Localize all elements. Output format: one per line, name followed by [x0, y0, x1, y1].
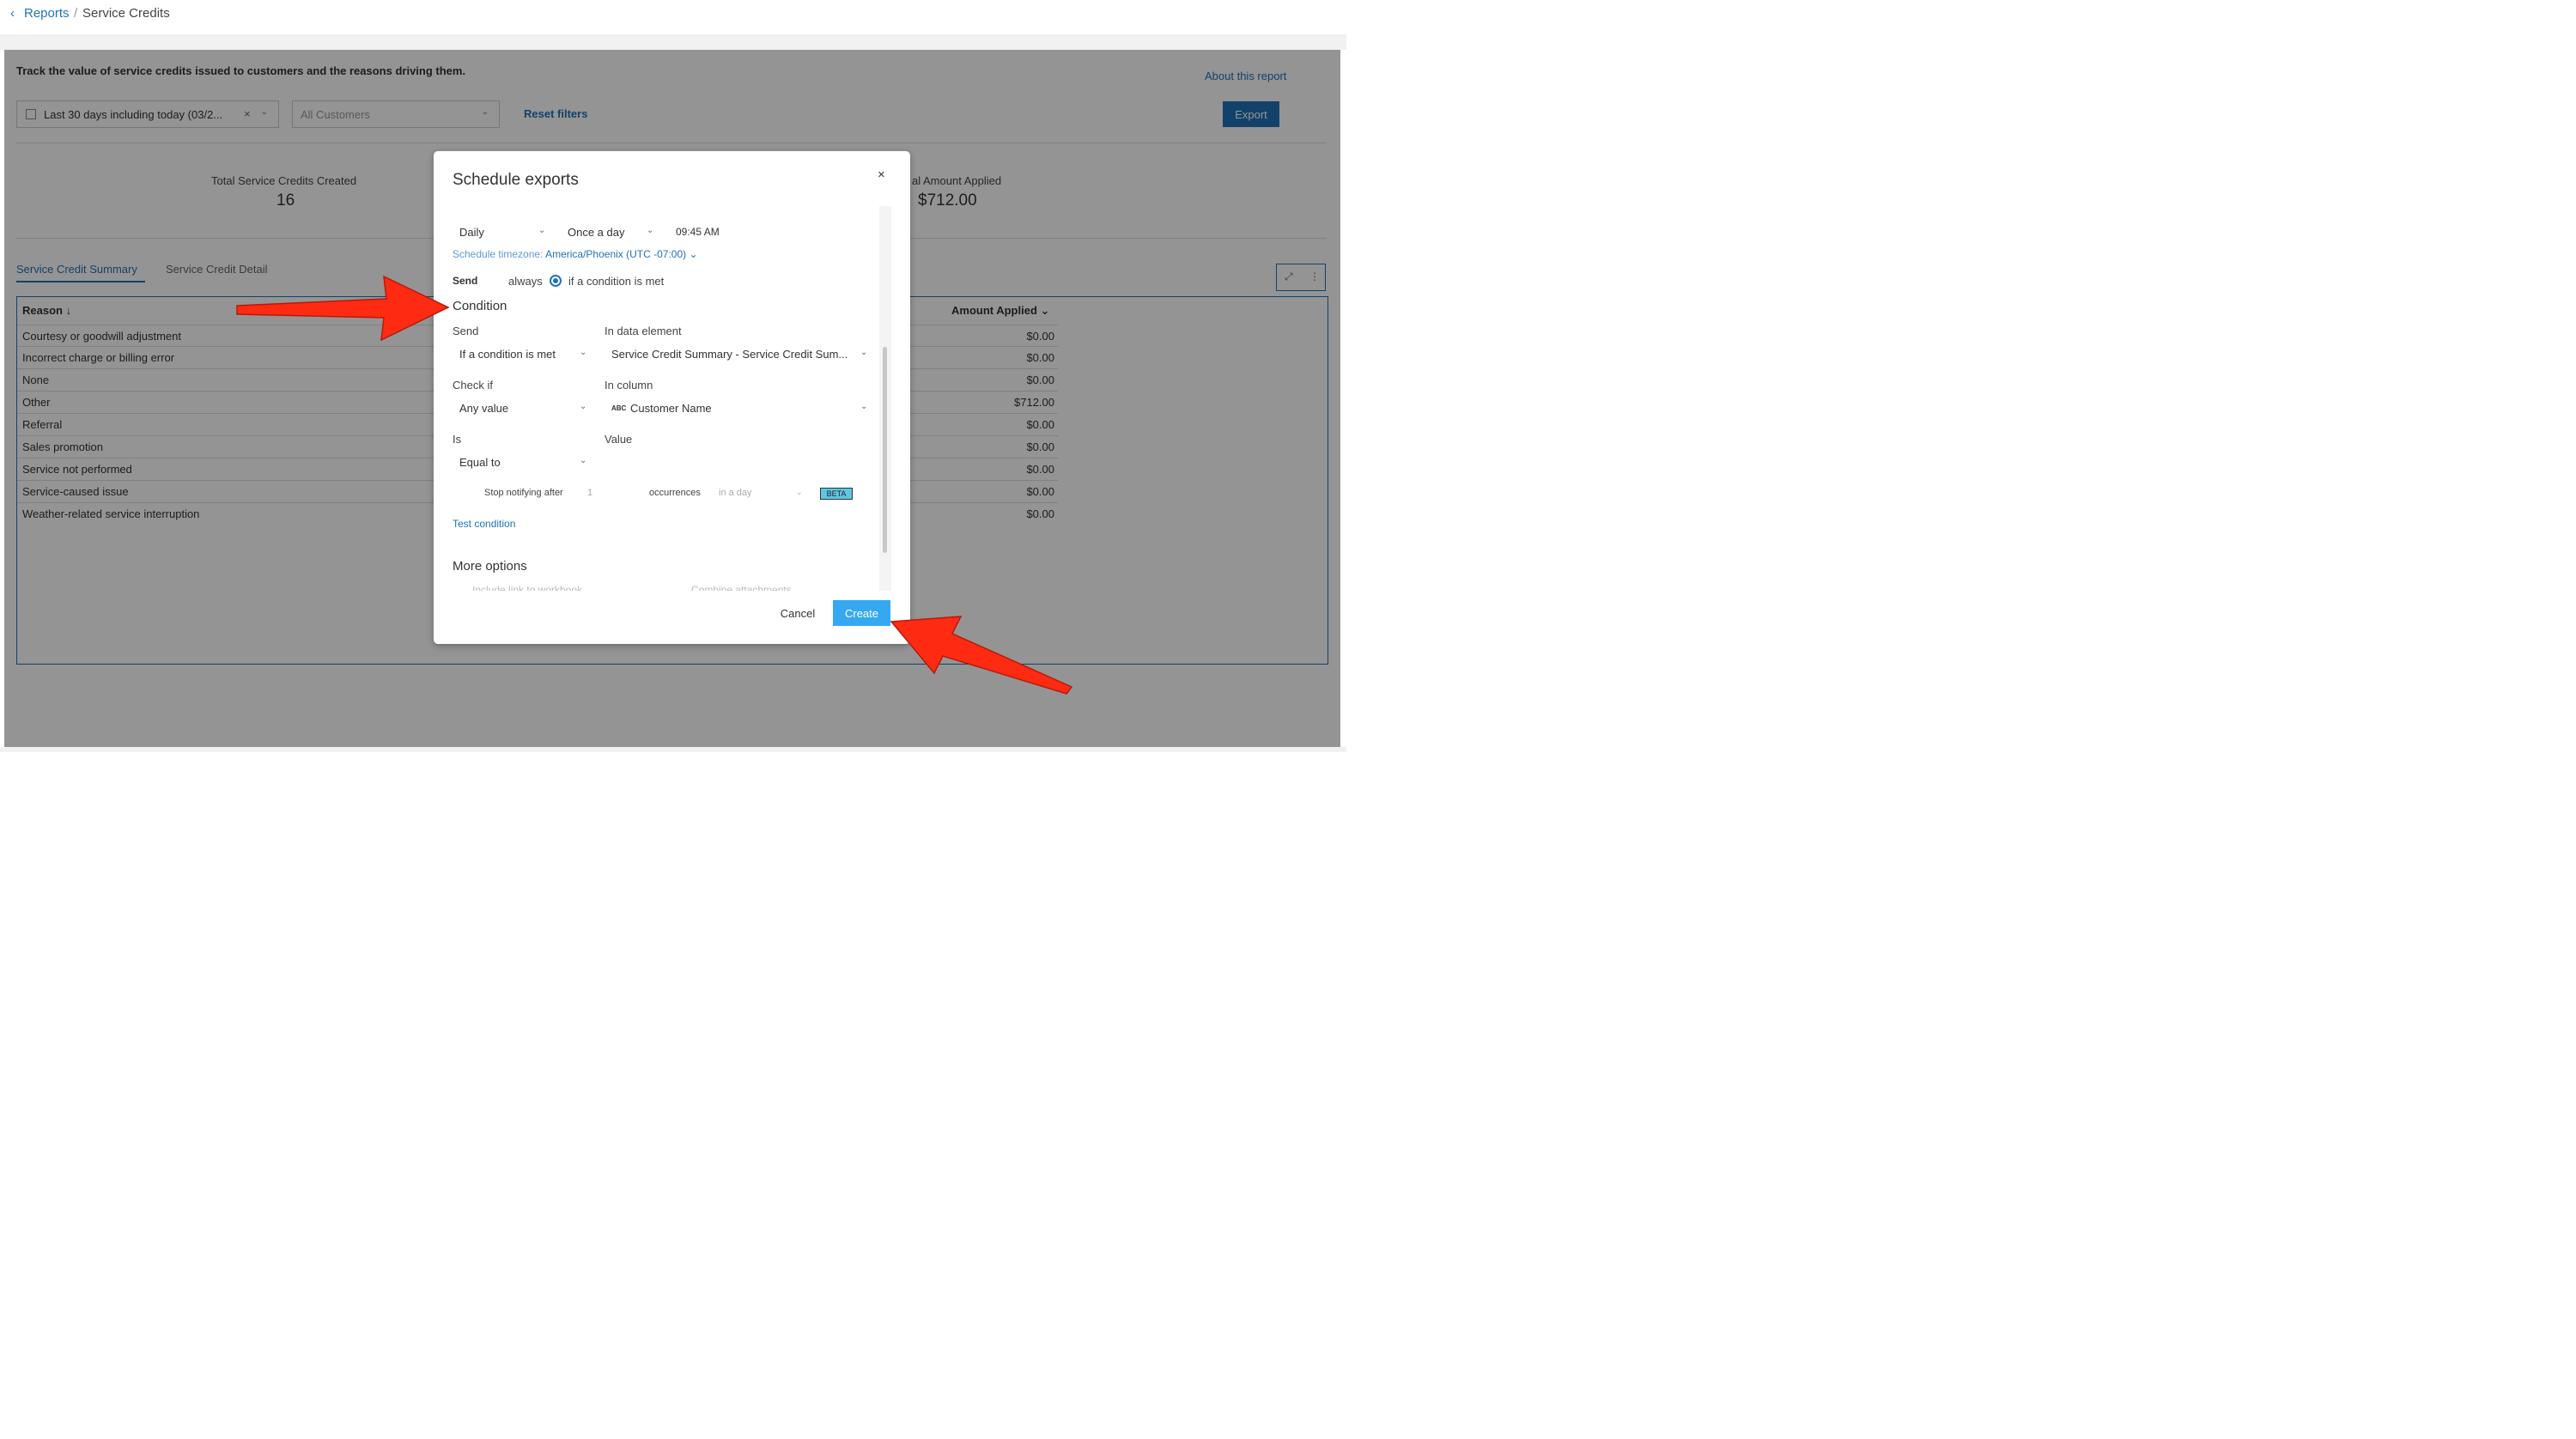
- chevron-down-icon: ⌄: [689, 248, 698, 260]
- page-footer-strip: [0, 747, 1346, 752]
- create-button[interactable]: Create: [833, 600, 890, 626]
- chevron-down-icon: ⌄: [580, 348, 587, 357]
- dialog-body: Daily ⌄ Once a day ⌄ 09:45 AM Schedule t…: [434, 206, 891, 591]
- data-element-label: In data element: [605, 325, 682, 337]
- check-if-label: Check if: [453, 379, 493, 392]
- time-input[interactable]: 09:45 AM: [676, 226, 720, 238]
- breadcrumb-current: Service Credits: [82, 6, 170, 21]
- is-value: Equal to: [459, 456, 501, 469]
- chevron-down-icon: ⌄: [860, 348, 868, 357]
- cond-send-value: If a condition is met: [459, 348, 556, 361]
- value-label: Value: [605, 433, 633, 446]
- period-select[interactable]: in a day ⌄: [719, 488, 803, 498]
- frequency-value: Daily: [459, 226, 484, 239]
- top-bar: ‹ Reports / Service Credits: [0, 0, 1346, 34]
- is-label: Is: [453, 433, 462, 446]
- send-always-option[interactable]: always: [508, 275, 543, 288]
- frequency-select[interactable]: Daily ⌄: [453, 222, 556, 244]
- chevron-down-icon: ⌄: [796, 488, 803, 496]
- column-value: Customer Name: [630, 402, 712, 415]
- chevron-down-icon: ⌄: [647, 226, 654, 235]
- combine-attachments-option[interactable]: Combine attachments: [691, 584, 792, 591]
- send-condition-radio[interactable]: [550, 275, 562, 287]
- data-element-value: Service Credit Summary - Service Credit …: [611, 348, 848, 361]
- test-condition-link[interactable]: Test condition: [453, 518, 515, 530]
- check-if-select[interactable]: Any value ⌄: [453, 398, 592, 420]
- column-label: In column: [605, 379, 653, 392]
- send-label: Send: [453, 275, 478, 287]
- close-icon[interactable]: ×: [878, 167, 885, 182]
- data-element-select[interactable]: Service Credit Summary - Service Credit …: [605, 343, 874, 366]
- chevron-down-icon: ⌄: [580, 402, 587, 411]
- more-options-heading: More options: [453, 559, 527, 574]
- include-link-option[interactable]: Include link to workbook: [472, 584, 582, 591]
- breadcrumb-reports-link[interactable]: Reports: [24, 6, 70, 21]
- header-divider: [0, 34, 1346, 50]
- cond-send-select[interactable]: If a condition is met ⌄: [453, 343, 592, 366]
- chevron-left-icon[interactable]: ‹: [10, 6, 15, 21]
- condition-heading: Condition: [453, 299, 507, 313]
- occurrences-label: occurrences: [649, 488, 701, 498]
- period-value: in a day: [719, 488, 752, 498]
- breadcrumb-separator: /: [74, 6, 78, 21]
- check-if-value: Any value: [459, 402, 509, 415]
- is-select[interactable]: Equal to ⌄: [453, 452, 592, 474]
- chevron-down-icon: ⌄: [580, 456, 587, 465]
- timezone-value: America/Phoenix (UTC -07:00): [545, 248, 687, 260]
- dialog-title: Schedule exports: [453, 171, 579, 189]
- cond-send-label: Send: [453, 325, 479, 337]
- dialog-scrollbar-thumb[interactable]: [883, 347, 887, 553]
- chevron-down-icon: ⌄: [538, 226, 546, 235]
- beta-badge: BETA: [820, 488, 853, 500]
- send-condition-label[interactable]: if a condition is met: [568, 275, 664, 288]
- occurrence-select[interactable]: Once a day ⌄: [561, 222, 662, 244]
- occurrence-value: Once a day: [568, 226, 625, 239]
- timezone-label: Schedule timezone:: [453, 248, 544, 260]
- stop-notifying-label: Stop notifying after: [484, 488, 563, 498]
- chevron-down-icon: ⌄: [860, 402, 868, 411]
- schedule-timezone[interactable]: Schedule timezone: America/Phoenix (UTC …: [453, 248, 698, 260]
- schedule-exports-dialog: Schedule exports × Daily ⌄ Once a day ⌄ …: [434, 151, 910, 644]
- text-type-icon: ABC: [611, 404, 627, 412]
- cancel-button[interactable]: Cancel: [771, 600, 824, 626]
- stop-count-input[interactable]: 1: [587, 488, 592, 498]
- column-select[interactable]: ABC Customer Name ⌄: [605, 398, 874, 420]
